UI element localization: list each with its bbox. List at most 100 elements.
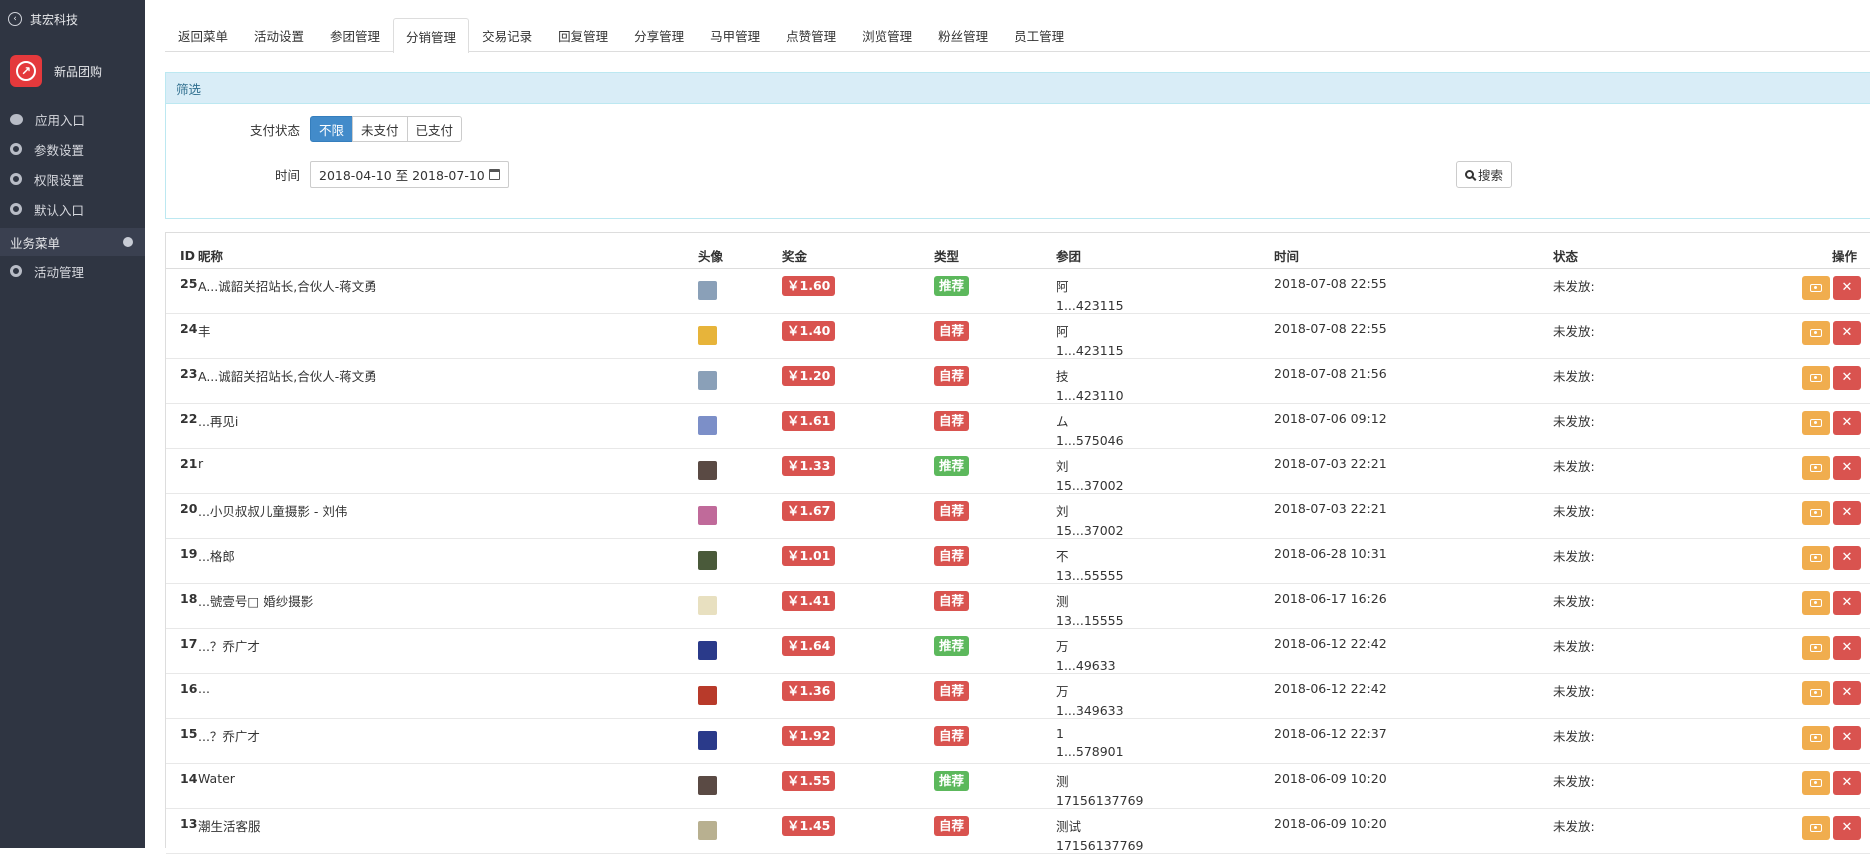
view-button[interactable] [1802,455,1830,480]
pay-status-unpaid-button[interactable]: 未支付 [352,116,408,142]
bonus-badge: ￥1.41 [782,590,836,611]
delete-button[interactable]: ✕ [1833,590,1861,615]
gear-icon [10,173,22,185]
type-badge: 推荐 [934,455,970,476]
delete-button[interactable]: ✕ [1833,410,1861,435]
sidebar-item-default-entry[interactable]: 默认入口 [0,194,145,224]
comment-icon [10,113,23,125]
row-join-cell: 测 17156137769 [1056,763,1274,809]
row-bonus-cell: ￥1.36 [782,673,934,719]
type-badge: 自荐 [934,815,970,836]
pay-status-paid-button[interactable]: 已支付 [406,116,463,142]
tab-activity-settings[interactable]: 活动设置 [241,18,317,52]
row-bonus-cell: ￥1.41 [782,583,934,629]
row-type-cell: 自荐 [934,718,1056,764]
delete-button[interactable]: ✕ [1833,500,1861,525]
view-button[interactable] [1802,275,1830,300]
sidebar-item-params[interactable]: 参数设置 [0,134,145,164]
delete-button[interactable]: ✕ [1833,275,1861,300]
type-badge: 自荐 [934,725,970,746]
delete-button[interactable]: ✕ [1833,680,1861,705]
view-icon [1810,418,1822,427]
tab-shares[interactable]: 分享管理 [621,18,697,52]
delete-button[interactable]: ✕ [1833,725,1861,750]
close-icon: ✕ [1841,370,1853,385]
bonus-badge: ￥1.92 [782,725,836,746]
view-icon [1810,373,1822,382]
brand-logo-icon: ↗ [10,55,42,87]
view-button[interactable] [1802,590,1830,615]
tab-views[interactable]: 浏览管理 [849,18,925,52]
table-row: 22 ...再见i ￥1.61 自荐 ム 1...575046 2018-07-06 09:… [166,403,1870,449]
table-header-row: ID 昵称 头像 奖金 类型 参团 时间 状态 操作 [166,243,1870,269]
date-range-input[interactable]: 2018-04-10 至 2018-07-10 [310,161,509,188]
back-link[interactable]: ‹ 其宏科技 [0,0,145,38]
tab-staff[interactable]: 员工管理 [1001,18,1077,52]
view-button[interactable] [1802,545,1830,570]
delete-button[interactable]: ✕ [1833,455,1861,480]
tab-back-menu[interactable]: 返回菜单 [165,18,241,52]
table-row: 18 ...號壹号□ 婚纱摄影 ￥1.41 自荐 测 13...15555 2018-06-… [166,583,1870,629]
table-row: 13 潮生活客服 ￥1.45 自荐 测试 17156137769 2018-06-09 10… [166,808,1870,854]
view-button[interactable] [1802,680,1830,705]
view-button[interactable] [1802,365,1830,390]
brand-name: 新品团购 [54,64,103,79]
join-phone: 1...49633 [1056,657,1116,673]
delete-button[interactable]: ✕ [1833,320,1861,345]
view-button[interactable] [1802,635,1830,660]
tab-transactions[interactable]: 交易记录 [469,18,545,52]
avatar [698,640,717,660]
row-status: 未发放: [1553,538,1753,584]
row-status: 未发放: [1553,763,1753,809]
join-name: 阿 [1056,278,1069,294]
delete-button[interactable]: ✕ [1833,545,1861,570]
view-button[interactable] [1802,500,1830,525]
tab-group-management[interactable]: 参团管理 [317,18,393,52]
tab-likes[interactable]: 点赞管理 [773,18,849,52]
row-avatar-cell [698,358,782,404]
table-row: 25 A...诚韶关招站长,合伙人-蒋文勇 ￥1.60 推荐 阿 1...423115 20… [166,268,1870,314]
row-actions: ✕ [1753,763,1870,809]
tab-replies[interactable]: 回复管理 [545,18,621,52]
sidebar-item-activity[interactable]: 活动管理 [0,256,145,286]
row-time: 2018-06-12 22:42 [1274,673,1553,719]
delete-button[interactable]: ✕ [1833,635,1861,660]
close-icon: ✕ [1841,775,1853,790]
search-button[interactable]: 搜索 [1456,161,1513,188]
type-badge: 自荐 [934,410,970,431]
delete-button[interactable]: ✕ [1833,815,1861,840]
avatar [698,280,717,300]
col-actions: 操作 [1753,243,1870,269]
sidebar-item-app-entry[interactable]: 应用入口 [0,104,145,134]
view-button[interactable] [1802,725,1830,750]
tab-distribution[interactable]: 分销管理 [393,18,470,53]
sidebar-item-permissions[interactable]: 权限设置 [0,164,145,194]
close-icon: ✕ [1841,640,1853,655]
search-icon [1465,170,1474,179]
row-actions: ✕ [1753,583,1870,629]
view-button[interactable] [1802,410,1830,435]
row-time: 2018-06-12 22:42 [1274,628,1553,674]
view-button[interactable] [1802,770,1830,795]
delete-button[interactable]: ✕ [1833,365,1861,390]
bonus-badge: ￥1.64 [782,635,836,656]
gear-icon [10,143,22,155]
join-name: 万 [1056,683,1069,699]
col-time: 时间 [1274,243,1553,269]
row-type-cell: 自荐 [934,583,1056,629]
row-actions: ✕ [1753,313,1870,359]
pay-status-all-button[interactable]: 不限 [310,116,354,142]
row-join-cell: 万 1...349633 [1056,673,1274,719]
sidebar-section-business[interactable]: 业务菜单 [0,228,145,256]
row-avatar-cell [698,763,782,809]
view-button[interactable] [1802,815,1830,840]
pay-status-group: 不限 未支付 已支付 [310,116,463,142]
view-button[interactable] [1802,320,1830,345]
view-icon [1810,283,1822,292]
delete-button[interactable]: ✕ [1833,770,1861,795]
row-avatar-cell [698,268,782,314]
row-avatar-cell [698,673,782,719]
tab-fans[interactable]: 粉丝管理 [925,18,1001,52]
tab-vests[interactable]: 马甲管理 [697,18,773,52]
close-icon: ✕ [1841,595,1853,610]
